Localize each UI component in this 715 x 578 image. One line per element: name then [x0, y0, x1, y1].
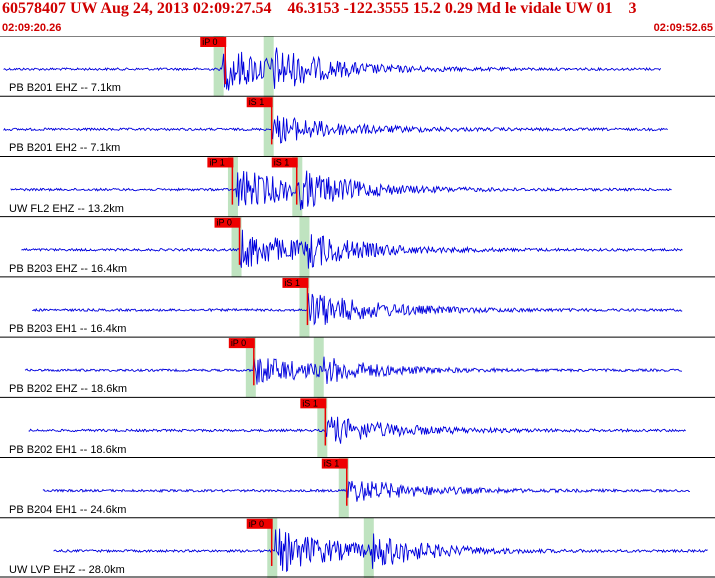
pick-label: iS 1 [302, 398, 318, 408]
s-window-bar [313, 337, 324, 398]
seismogram-panel[interactable]: iP 0 iS 1 iP 1 iS 1 iP 0 iS 1 iP 0 iS 1 iS 1 iP 0… [0, 36, 715, 578]
waveform [53, 528, 708, 573]
time-start: 02:09:20.26 [2, 22, 62, 34]
seismogram-svg: iP 0 iS 1 iP 1 iS 1 iP 0 iS 1 iP 0 iS 1 iS 1 iP 0 [0, 36, 715, 578]
pick-label: iP 0 [202, 37, 217, 47]
waveform [42, 480, 690, 502]
waveform [24, 356, 683, 385]
station-label: PB B201 EH2 -- 7.1km [9, 142, 121, 155]
s-window-bar [363, 517, 374, 578]
pick-label: iP 0 [231, 338, 246, 348]
waveform [28, 416, 686, 444]
time-end: 02:09:52.65 [653, 22, 713, 34]
station-label: PB B201 EHZ -- 7.1km [9, 82, 121, 95]
pick-label: iS 1 [284, 278, 300, 288]
pick-label: iP 1 [209, 157, 224, 167]
pick-label: iS 1 [324, 459, 340, 469]
station-label: UW LVP EHZ -- 28.0km [9, 564, 125, 576]
station-label: PB B202 EH1 -- 18.6km [9, 443, 127, 456]
station-label: PB B203 EH1 -- 16.4km [9, 323, 127, 336]
station-label: PB B203 EHZ -- 16.4km [9, 262, 127, 275]
station-label: PB B204 EH1 -- 24.6km [9, 503, 127, 516]
pick-label: iS 1 [249, 97, 265, 107]
pick-label: iP 0 [217, 218, 232, 228]
station-label: PB B202 EHZ -- 18.6km [9, 383, 127, 396]
header: 60578407 UW Aug 24, 2013 02:09:27.54 46.… [0, 0, 715, 36]
station-label: UW FL2 EHZ -- 13.2km [9, 202, 124, 215]
pick-label: iS 1 [274, 157, 290, 167]
waveform [32, 293, 683, 326]
waveform [3, 115, 668, 144]
pick-label: iP 0 [249, 519, 264, 529]
event-title: 60578407 UW Aug 24, 2013 02:09:27.54 46.… [2, 0, 637, 17]
